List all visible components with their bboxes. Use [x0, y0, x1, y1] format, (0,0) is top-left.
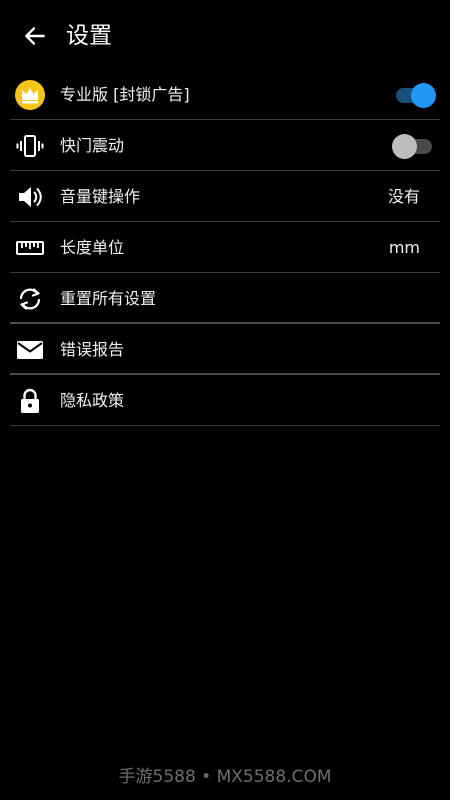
- volume-key-value: 没有: [387, 187, 420, 206]
- setting-row-length-unit[interactable]: 长度单位 mm: [10, 222, 440, 273]
- lock-icon: [15, 386, 45, 416]
- page-title: 设置: [66, 23, 112, 49]
- setting-label-privacy-policy: 隐私政策: [60, 391, 125, 410]
- settings-list: 专业版 [封锁广告] 快门震动 音量键操作 没有 长度单位 mm 重置所有设置 …: [10, 69, 440, 426]
- mail-icon: [15, 335, 45, 365]
- app-header: 设置: [0, 0, 450, 72]
- volume-icon: [15, 182, 45, 212]
- shutter-vibration-toggle[interactable]: [392, 134, 436, 159]
- pro-version-toggle[interactable]: [392, 83, 436, 108]
- toggle-knob: [392, 134, 417, 159]
- setting-row-reset[interactable]: 重置所有设置: [10, 273, 440, 324]
- setting-label-error-report: 错误报告: [60, 340, 125, 359]
- setting-label-pro-version: 专业版 [封锁广告]: [60, 85, 190, 104]
- toggle-knob: [411, 83, 436, 108]
- arrow-left-icon: [25, 27, 45, 45]
- setting-row-error-report[interactable]: 错误报告: [10, 324, 440, 375]
- setting-row-shutter-vibration[interactable]: 快门震动: [10, 120, 440, 171]
- setting-label-length-unit: 长度单位: [60, 238, 125, 257]
- ruler-icon: [15, 233, 45, 263]
- setting-row-privacy-policy[interactable]: 隐私政策: [10, 375, 440, 426]
- vibration-icon: [15, 131, 45, 161]
- setting-row-pro-version[interactable]: 专业版 [封锁广告]: [10, 69, 440, 120]
- reset-icon: [15, 284, 45, 314]
- length-unit-value: mm: [388, 238, 420, 257]
- watermark: 手游5588 • MX5588.COM: [118, 767, 332, 787]
- setting-label-volume-key: 音量键操作: [60, 187, 141, 206]
- setting-label-shutter-vibration: 快门震动: [60, 136, 125, 155]
- crown-icon: [15, 80, 45, 110]
- setting-row-volume-key[interactable]: 音量键操作 没有: [10, 171, 440, 222]
- back-button[interactable]: [18, 20, 52, 52]
- setting-label-reset: 重置所有设置: [60, 289, 157, 308]
